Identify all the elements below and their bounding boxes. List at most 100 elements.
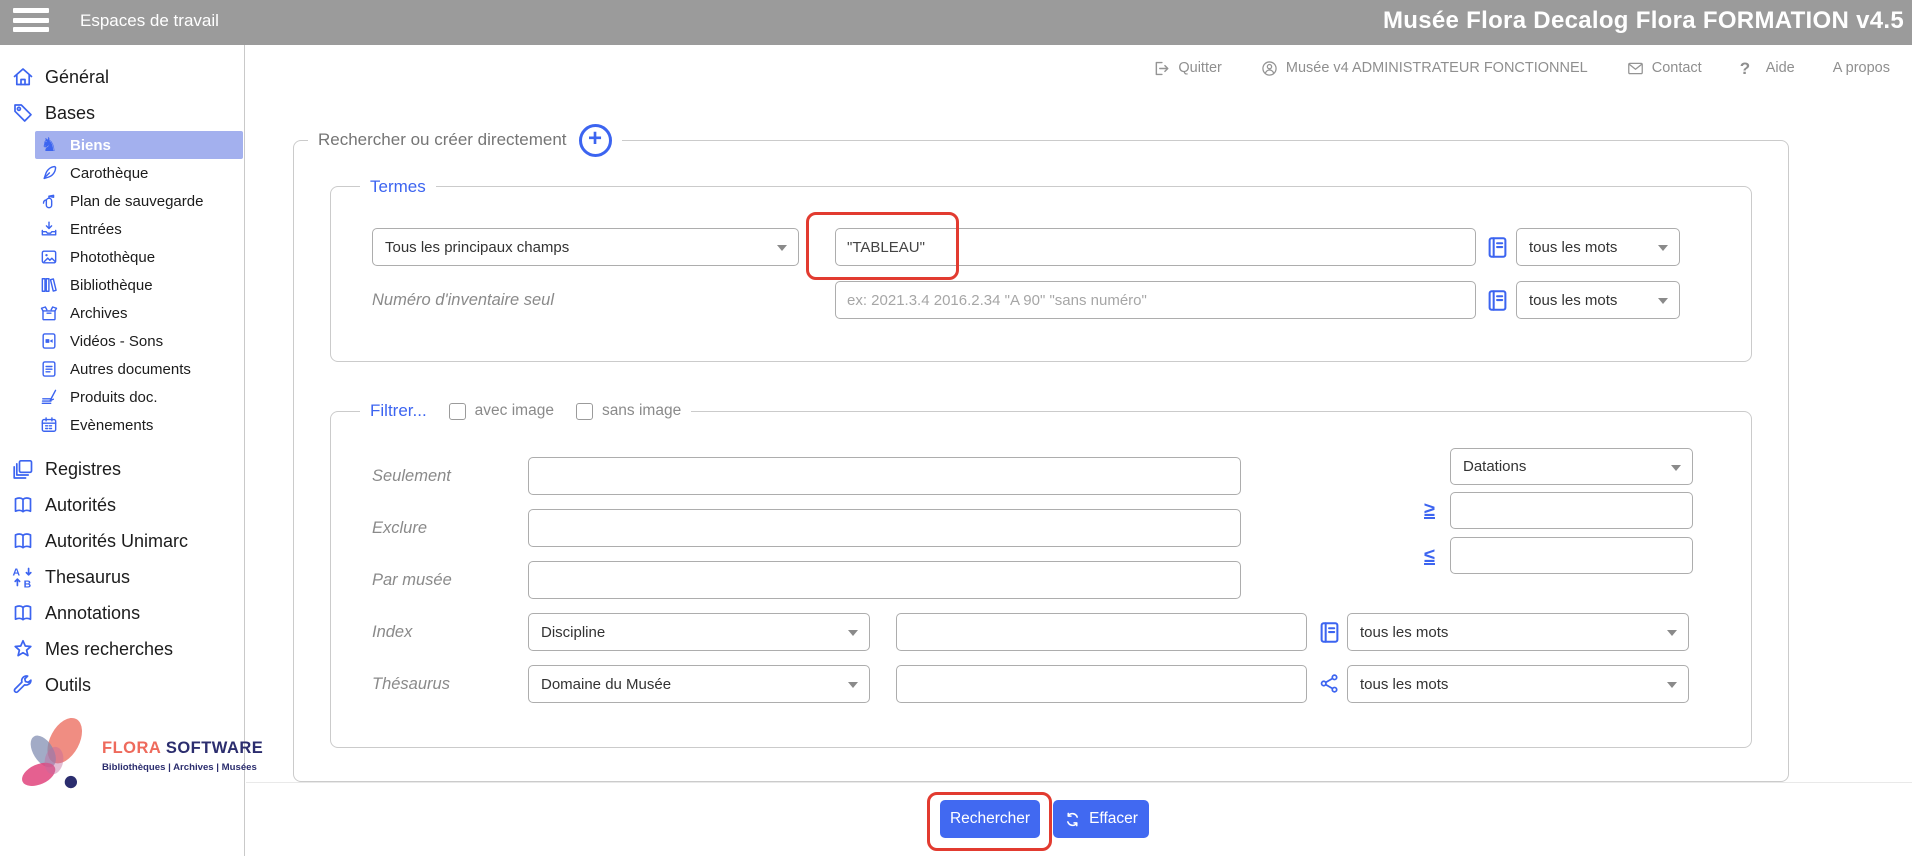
- sidebar-item-autorites-unimarc[interactable]: Autorités Unimarc: [0, 523, 244, 559]
- thesaurus-value-input[interactable]: [896, 665, 1307, 703]
- registers-icon: [10, 457, 36, 481]
- lte-operator[interactable]: ≤: [1424, 546, 1435, 566]
- index-list-book-icon[interactable]: [1316, 619, 1343, 646]
- sidebar-item-carotheque[interactable]: Carothèque: [35, 159, 243, 187]
- sidebar: Général Bases ♞ Biens Carothèque Plan de sauv…: [0, 45, 263, 856]
- search-create-legend-label: Rechercher ou créer directement: [318, 130, 567, 149]
- archive-icon: [38, 303, 60, 323]
- books-icon: [38, 275, 60, 295]
- thesaurus-share-icon[interactable]: [1318, 672, 1341, 695]
- header-link-user-account[interactable]: Musée v4 ADMINISTRATEUR FONCTIONNEL: [1260, 59, 1588, 78]
- tag-icon: [10, 101, 36, 125]
- thesaurus-label: Thésaurus: [372, 674, 450, 693]
- exclude-input[interactable]: [528, 509, 1241, 547]
- sort-ab-icon: AB: [10, 565, 36, 589]
- sidebar-item-thesaurus[interactable]: A B Thesaurus: [0, 559, 244, 595]
- filter-legend-label[interactable]: Filtrer...: [370, 401, 427, 421]
- sidebar-item-videos-sons[interactable]: Vidéos - Sons: [35, 327, 243, 355]
- header-link-quitter[interactable]: Quitter: [1152, 59, 1222, 78]
- museum-label: Par musée: [372, 570, 452, 589]
- inventory-book-icon[interactable]: [1484, 287, 1511, 314]
- sidebar-item-biens[interactable]: ♞ Biens: [35, 131, 243, 159]
- datations-select[interactable]: Datations: [1450, 448, 1693, 485]
- topbar: Espaces de travail Musée Flora Decalog F…: [0, 0, 1912, 45]
- header-link-a-propos[interactable]: A propos: [1833, 60, 1890, 76]
- without-image-checkbox-wrap[interactable]: sans image: [575, 402, 681, 420]
- image-icon: [38, 247, 60, 267]
- sidebar-nav: Général Bases ♞ Biens Carothèque Plan de sauv…: [0, 45, 244, 703]
- open-book-icon: [10, 493, 36, 517]
- index-mode-select[interactable]: tous les mots: [1347, 613, 1689, 651]
- index-select[interactable]: Discipline: [528, 613, 870, 651]
- svg-text:B: B: [24, 579, 32, 590]
- sidebar-item-evenements[interactable]: Evènements: [35, 411, 243, 439]
- workspace-label: Espaces de travail: [80, 11, 219, 30]
- sidebar-item-entrees[interactable]: Entrées: [35, 215, 243, 243]
- inventory-input[interactable]: [835, 281, 1476, 319]
- sidebar-item-mes-recherches[interactable]: Mes recherches: [0, 631, 244, 667]
- sidebar-item-produits-doc[interactable]: Produits doc.: [35, 383, 243, 411]
- papers-icon: [38, 387, 60, 407]
- calendar-icon: [38, 415, 60, 435]
- only-input[interactable]: [528, 457, 1241, 495]
- gte-operator[interactable]: ≥: [1424, 500, 1435, 520]
- open-book-icon: [10, 529, 36, 553]
- wrench-icon: [10, 673, 36, 697]
- index-value-input[interactable]: [896, 613, 1307, 651]
- inventory-mode-select[interactable]: tous les mots: [1516, 281, 1680, 319]
- clear-button[interactable]: Effacer: [1053, 800, 1149, 838]
- header-links: Quitter Musée v4 ADMINISTRATEUR FONCTIONN…: [246, 45, 1912, 91]
- search-button[interactable]: Rechercher: [940, 800, 1040, 838]
- terms-input[interactable]: [835, 228, 1476, 266]
- thesaurus-select[interactable]: Domaine du Musée: [528, 665, 870, 703]
- sidebar-item-bases[interactable]: Bases: [0, 95, 244, 131]
- flora-logo-petals: [22, 717, 82, 789]
- quill-icon: [38, 163, 60, 183]
- search-field-select[interactable]: Tous les principaux champs: [372, 228, 799, 266]
- header-link-contact[interactable]: Contact: [1626, 59, 1702, 78]
- menu-icon[interactable]: [13, 8, 51, 36]
- index-label: Index: [372, 622, 413, 641]
- refresh-icon: [1064, 811, 1081, 828]
- star-icon: [10, 637, 36, 661]
- user-icon: [1260, 59, 1279, 78]
- date-from-input[interactable]: [1450, 492, 1693, 529]
- date-to-input[interactable]: [1450, 537, 1693, 574]
- museum-input[interactable]: [528, 561, 1241, 599]
- filter-legend: Filtrer... avec image sans image: [360, 400, 692, 422]
- actions-divider: [246, 782, 1912, 783]
- create-record-button[interactable]: +: [578, 123, 612, 157]
- sidebar-item-registres[interactable]: Registres: [0, 451, 244, 487]
- sidebar-item-plan-de-sauvegarde[interactable]: Plan de sauvegarde: [35, 187, 243, 215]
- with-image-checkbox[interactable]: [448, 402, 466, 420]
- thesaurus-mode-select[interactable]: tous les mots: [1347, 665, 1689, 703]
- inventory-label: Numéro d'inventaire seul: [372, 290, 554, 309]
- brand-name: FLORA SOFTWARE: [102, 739, 264, 757]
- without-image-checkbox[interactable]: [575, 402, 593, 420]
- only-label: Seulement: [372, 466, 451, 485]
- video-file-icon: [38, 331, 60, 351]
- sidebar-item-autorites[interactable]: Autorités: [0, 487, 244, 523]
- sidebar-item-autres-documents[interactable]: Autres documents: [35, 355, 243, 383]
- sidebar-item-phototheque[interactable]: Photothèque: [35, 243, 243, 271]
- header-link-aide[interactable]: ? Aide: [1740, 59, 1795, 78]
- terms-mode-select[interactable]: tous les mots: [1516, 228, 1680, 266]
- index-book-icon[interactable]: [1484, 234, 1511, 261]
- sidebar-item-annotations[interactable]: Annotations: [0, 595, 244, 631]
- inbox-icon: [38, 219, 60, 239]
- mail-icon: [1626, 59, 1645, 78]
- logout-icon: [1152, 59, 1171, 78]
- search-create-legend: Rechercher ou créer directement +: [308, 121, 622, 159]
- sidebar-item-bibliotheque[interactable]: Bibliothèque: [35, 271, 243, 299]
- svg-text:A: A: [13, 567, 21, 579]
- app-title: Musée Flora Decalog Flora FORMATION v4.5: [1383, 7, 1904, 34]
- termes-legend: Termes: [360, 176, 436, 198]
- home-icon: [10, 65, 36, 89]
- sidebar-item-general[interactable]: Général: [0, 59, 244, 95]
- with-image-checkbox-wrap[interactable]: avec image: [448, 402, 554, 420]
- brand-tagline: Bibliothèques | Archives | Musées: [102, 762, 257, 773]
- sidebar-item-archives[interactable]: Archives: [35, 299, 243, 327]
- sidebar-item-outils[interactable]: Outils: [0, 667, 244, 703]
- exclude-label: Exclure: [372, 518, 428, 537]
- open-book-icon: [10, 601, 36, 625]
